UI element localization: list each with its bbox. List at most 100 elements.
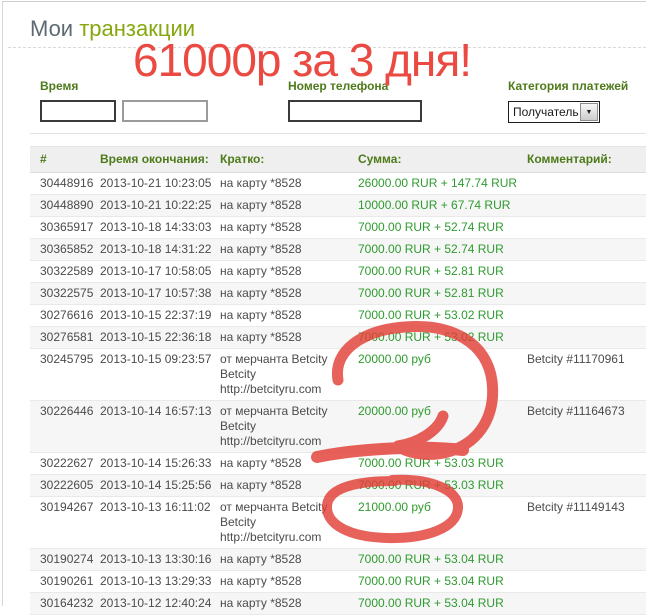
amount-cell: 7000.00 RUR + 52.74 RUR [358,242,527,257]
amount-cell: 20000.00 руб [358,352,527,367]
transaction-id-cell: 30245795 [40,352,100,367]
amount-cell: 7000.00 RUR + 52.81 RUR [358,264,527,279]
filters-divider [30,133,646,134]
amount-cell: 7000.00 RUR + 53.02 RUR [358,330,527,345]
table-header-row: #Время окончания:Кратко:Сумма:Комментари… [30,146,646,173]
transaction-id-cell: 30276616 [40,308,100,323]
end-time-cell: 2013-10-17 10:58:05 [100,264,220,279]
short-description-cell: на карту *8528 [220,330,358,345]
page-top-border [2,1,646,2]
end-time-cell: 2013-10-12 12:40:24 [100,596,220,611]
transaction-id-cell: 30448916 [40,176,100,191]
transaction-id-cell: 30194267 [40,500,100,515]
end-time-cell: 2013-10-14 15:26:33 [100,456,220,471]
transactions-body: 304489162013-10-21 10:23:05на карту *852… [30,173,646,615]
transaction-id-cell: 30322589 [40,264,100,279]
amount-cell: 7000.00 RUR + 53.02 RUR [358,308,527,323]
phone-input[interactable] [288,100,422,122]
page-title-prefix: Мои [30,16,79,41]
amount-cell: 10000.00 RUR + 67.74 RUR [358,198,527,213]
chevron-down-icon[interactable]: ▼ [580,103,598,121]
transaction-id-cell: 30190274 [40,552,100,567]
time-filter-label: Время [40,79,78,93]
category-filter-label: Категория платежей [508,79,628,93]
short-description-cell: на карту *8528 [220,456,358,471]
annotation-text: 61000р за 3 дня! [133,36,471,84]
page-left-border [2,1,3,606]
end-time-cell: 2013-10-13 13:30:16 [100,552,220,567]
transaction-id-cell: 30448890 [40,198,100,213]
short-description-cell: от мерчанта BetcityBetcityhttp://betcity… [220,404,358,449]
amount-cell: 7000.00 RUR + 52.81 RUR [358,286,527,301]
transaction-id-cell: 30190261 [40,574,100,589]
column-header: # [40,152,100,167]
short-description-cell: на карту *8528 [220,308,358,323]
end-time-cell: 2013-10-21 10:22:25 [100,198,220,213]
time-to-input[interactable] [122,100,208,122]
end-time-cell: 2013-10-15 09:23:57 [100,352,220,367]
amount-cell: 7000.00 RUR + 52.74 RUR [358,220,527,235]
end-time-cell: 2013-10-14 16:57:13 [100,404,220,419]
column-header: Время окончания: [100,152,220,167]
short-description-cell: на карту *8528 [220,220,358,235]
table-row: 302457952013-10-15 09:23:57от мерчанта B… [30,349,646,401]
short-description-cell: на карту *8528 [220,478,358,493]
amount-cell: 20000.00 руб [358,404,527,419]
end-time-cell: 2013-10-17 10:57:38 [100,286,220,301]
end-time-cell: 2013-10-13 16:11:02 [100,500,220,515]
amount-cell: 7000.00 RUR + 53.04 RUR [358,574,527,589]
transaction-id-cell: 30222627 [40,456,100,471]
short-description-cell: от мерчанта BetcityBetcityhttp://betcity… [220,352,358,397]
table-row: 303225892013-10-17 10:58:05на карту *852… [30,261,646,283]
transaction-id-cell: 30226446 [40,404,100,419]
table-row: 303659172013-10-18 14:33:03на карту *852… [30,217,646,239]
short-description-cell: на карту *8528 [220,286,358,301]
transaction-id-cell: 30322575 [40,286,100,301]
category-select[interactable]: Получатель ▼ [508,101,600,123]
short-description-cell: от мерчанта BetcityBetcityhttp://betcity… [220,500,358,545]
amount-cell: 7000.00 RUR + 53.03 RUR [358,478,527,493]
short-description-cell: на карту *8528 [220,596,358,611]
category-select-value: Получатель [509,105,580,119]
transactions-page: { "header": { "title_prefix": "Мои ", "t… [0,0,646,606]
end-time-cell: 2013-10-14 15:25:56 [100,478,220,493]
transaction-id-cell: 30365852 [40,242,100,257]
comment-cell: Betcity #11164673 [527,404,646,419]
comment-cell: Betcity #11149143 [527,500,646,515]
table-row: 301902612013-10-13 13:29:33на карту *852… [30,571,646,593]
table-row: 302264462013-10-14 16:57:13от мерчанта B… [30,401,646,453]
short-description-cell: на карту *8528 [220,264,358,279]
end-time-cell: 2013-10-15 22:36:18 [100,330,220,345]
table-row: 304488902013-10-21 10:22:25на карту *852… [30,195,646,217]
end-time-cell: 2013-10-18 14:33:03 [100,220,220,235]
table-row: 302226272013-10-14 15:26:33на карту *852… [30,453,646,475]
time-from-input[interactable] [40,100,116,122]
amount-cell: 7000.00 RUR + 53.04 RUR [358,552,527,567]
end-time-cell: 2013-10-18 14:31:22 [100,242,220,257]
column-header: Комментарий: [527,152,646,167]
table-row: 301902742013-10-13 13:30:16на карту *852… [30,549,646,571]
amount-cell: 21000.00 руб [358,500,527,515]
short-description-cell: на карту *8528 [220,574,358,589]
table-row: 301642322013-10-12 12:40:24на карту *852… [30,593,646,615]
short-description-cell: на карту *8528 [220,242,358,257]
table-row: 303658522013-10-18 14:31:22на карту *852… [30,239,646,261]
amount-cell: 7000.00 RUR + 53.04 RUR [358,596,527,611]
table-row: 302765812013-10-15 22:36:18на карту *852… [30,327,646,349]
short-description-cell: на карту *8528 [220,176,358,191]
amount-cell: 26000.00 RUR + 147.74 RUR [358,176,527,191]
column-header: Кратко: [220,152,358,167]
end-time-cell: 2013-10-21 10:23:05 [100,176,220,191]
table-row: 302766162013-10-15 22:37:19на карту *852… [30,305,646,327]
transaction-id-cell: 30276581 [40,330,100,345]
table-row: 303225752013-10-17 10:57:38на карту *852… [30,283,646,305]
column-header: Сумма: [358,152,527,167]
transactions-table: #Время окончания:Кратко:Сумма:Комментари… [30,146,646,615]
transaction-id-cell: 30365917 [40,220,100,235]
amount-cell: 7000.00 RUR + 53.03 RUR [358,456,527,471]
table-row: 304489162013-10-21 10:23:05на карту *852… [30,173,646,195]
transaction-id-cell: 30222605 [40,478,100,493]
short-description-cell: на карту *8528 [220,552,358,567]
transaction-id-cell: 30164232 [40,596,100,611]
end-time-cell: 2013-10-13 13:29:33 [100,574,220,589]
